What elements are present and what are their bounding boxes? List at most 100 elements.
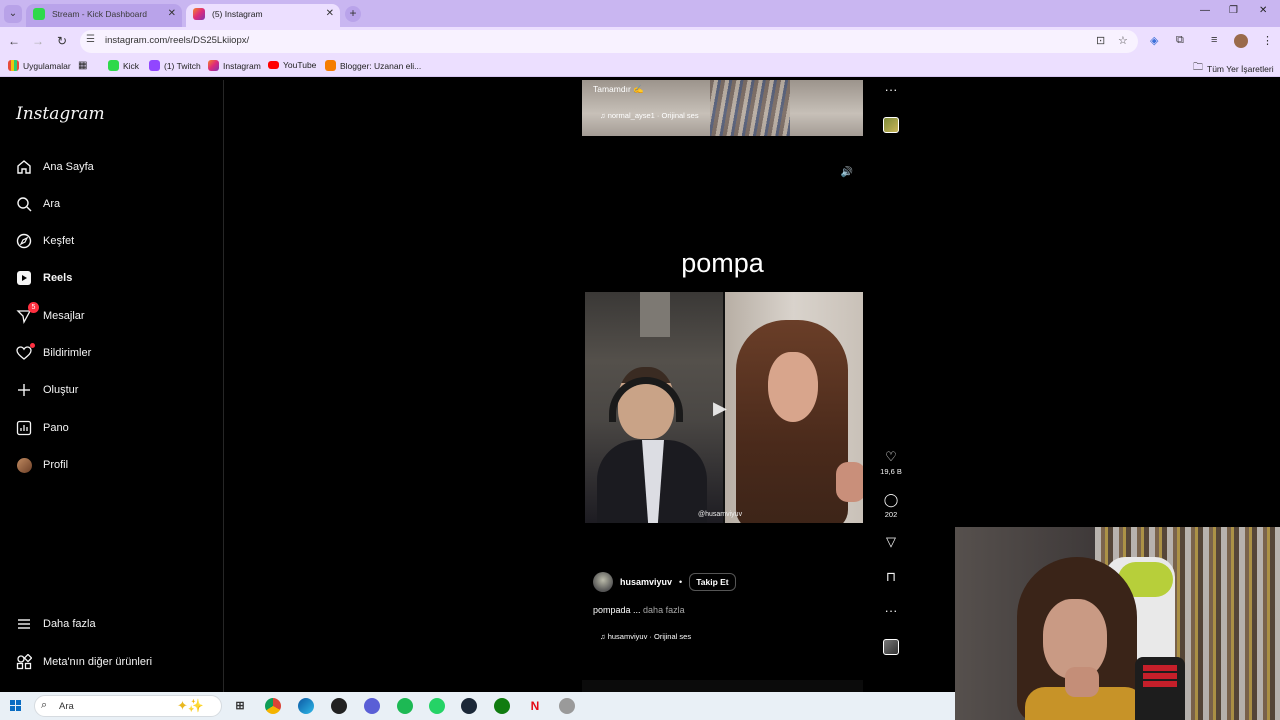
caption-more-link[interactable]: daha fazla	[643, 605, 685, 615]
more-options-button[interactable]: ···	[880, 603, 902, 618]
sidebar-item-label: Pano	[43, 422, 69, 434]
play-icon[interactable]: ▶	[713, 398, 727, 419]
reel-video[interactable]: ▶ @husamviyuv	[585, 292, 863, 523]
app-icon[interactable]	[559, 698, 575, 714]
taskbar-search-text: Ara	[59, 701, 74, 712]
sidebar-item-dashboard[interactable]: Pano	[16, 420, 69, 436]
new-tab-button[interactable]: +	[345, 6, 361, 22]
save-button[interactable]: ⊓	[880, 569, 902, 585]
browser-toolbar: ← → ↻ ☰ instagram.com/reels/DS25Lkiiopx/…	[0, 27, 1280, 56]
like-button[interactable]: ♡ 19,6 B	[880, 449, 902, 476]
sidebar-item-home[interactable]: Ana Sayfa	[16, 159, 94, 175]
bookmark-instagram[interactable]: Instagram	[208, 60, 261, 71]
sidebar-meta-products[interactable]: Meta'nın diğer ürünleri	[16, 654, 152, 670]
reel-audio[interactable]: ♫ husamviyuv · Orijinal ses	[600, 632, 691, 641]
volume-icon[interactable]: 🔊	[840, 167, 854, 181]
share-button[interactable]: ▽	[880, 534, 902, 550]
windows-start-icon[interactable]	[10, 700, 22, 712]
reel-author-row: husamviyuv • Takip Et	[593, 572, 736, 592]
all-bookmarks[interactable]: 🗀 Tüm Yer İşaretleri	[1193, 60, 1274, 77]
music-note-icon: ♫	[600, 632, 608, 641]
menu-icon[interactable]: ⋮	[1262, 34, 1273, 47]
address-bar[interactable]: ☰ instagram.com/reels/DS25Lkiiopx/ ⊡ ☆	[80, 30, 1138, 53]
comment-count: 202	[884, 510, 898, 519]
translate-icon[interactable]: ◈	[1150, 34, 1158, 47]
previous-reel[interactable]: Tamamdır ✍ ♫ normal_ayse1 · Orijinal ses	[582, 80, 863, 136]
reload-icon[interactable]: ↻	[54, 33, 70, 49]
all-bookmarks-label: Tüm Yer İşaretleri	[1207, 63, 1274, 74]
notification-dot	[30, 343, 35, 348]
restore-icon[interactable]: ❐	[1229, 5, 1238, 16]
tab-kick-dashboard[interactable]: Stream - Kick Dashboard ✕	[26, 4, 182, 27]
tab-search-button[interactable]: ⌄	[4, 5, 22, 23]
bookmark-label: YouTube	[283, 60, 317, 70]
reel-username[interactable]: husamviyuv	[620, 577, 672, 587]
reading-list-icon[interactable]: ≡	[1211, 34, 1217, 46]
minimize-icon[interactable]: —	[1200, 5, 1210, 16]
browser-tab-strip: ⌄ Stream - Kick Dashboard ✕ (5) Instagra…	[0, 0, 1280, 27]
tab-title: Stream - Kick Dashboard	[52, 9, 147, 19]
bookmark-star-icon[interactable]: ☆	[1118, 34, 1128, 47]
sidebar-item-search[interactable]: Ara	[16, 196, 60, 212]
like-count: 19,6 B	[880, 467, 902, 476]
chrome-icon[interactable]	[265, 698, 281, 714]
url-text[interactable]: instagram.com/reels/DS25Lkiiopx/	[105, 35, 249, 46]
webcam-overlay	[955, 527, 1280, 720]
edge-icon[interactable]	[298, 698, 314, 714]
sidebar-item-messages[interactable]: 5 Mesajlar	[16, 302, 85, 324]
app-icon[interactable]	[331, 698, 347, 714]
sidebar-item-explore[interactable]: Keşfet	[16, 233, 74, 249]
next-reel[interactable]	[582, 680, 863, 692]
reel-caption: Tamamdır ✍	[593, 84, 644, 94]
sidebar-item-reels[interactable]: Reels	[16, 270, 72, 286]
instagram-icon	[193, 8, 205, 20]
spotify-icon[interactable]	[397, 698, 413, 714]
install-app-icon[interactable]: ⊡	[1096, 34, 1105, 47]
bookmark-youtube[interactable]: YouTube	[268, 60, 316, 70]
meta-apps-icon	[16, 654, 32, 670]
comment-button[interactable]: ◯ 202	[880, 492, 902, 519]
sidebar-more[interactable]: Daha fazla	[16, 616, 96, 632]
xbox-icon[interactable]	[494, 698, 510, 714]
netflix-icon[interactable]: N	[527, 698, 543, 714]
follow-button[interactable]: Takip Et	[689, 573, 736, 591]
forward-icon[interactable]: →	[30, 33, 46, 49]
bookmark-label: Uygulamalar	[23, 60, 71, 71]
bookmark-apps[interactable]: Uygulamalar	[8, 60, 71, 71]
site-info-icon[interactable]: ☰	[86, 34, 95, 45]
prev-more-options[interactable]: ···	[880, 82, 902, 97]
bookmark-kick[interactable]: Kick	[108, 60, 139, 71]
current-reel[interactable]: 🔊 pompa ▶ @husamviyuv husamviyuv • Takip…	[582, 158, 863, 658]
back-icon[interactable]: ←	[6, 33, 22, 49]
messenger-icon: 5	[16, 302, 39, 324]
task-view-icon[interactable]: ⊞	[232, 698, 248, 714]
sidebar-item-label: Reels	[43, 272, 73, 284]
close-window-icon[interactable]: ✕	[1259, 5, 1267, 16]
audio-thumbnail[interactable]	[883, 639, 899, 655]
extensions-icon[interactable]: ⧉	[1176, 34, 1184, 47]
instagram-logo[interactable]: Instagram	[16, 104, 105, 124]
sidebar-item-label: Bildirimler	[43, 347, 92, 359]
close-tab-icon[interactable]: ✕	[326, 4, 334, 24]
sidebar-item-profile[interactable]: Profil	[16, 457, 68, 473]
sidebar-item-create[interactable]: Oluştur	[16, 382, 78, 398]
bookmark-twitch[interactable]: (1) Twitch	[149, 60, 201, 71]
whatsapp-icon[interactable]	[429, 698, 445, 714]
app-icon[interactable]	[364, 698, 380, 714]
close-tab-icon[interactable]: ✕	[168, 4, 176, 24]
bookmark-blogger[interactable]: Blogger: Uzanan eli...	[325, 60, 421, 71]
tab-instagram[interactable]: (5) Instagram ✕	[186, 4, 340, 27]
search-icon	[16, 196, 32, 212]
bookmark-grid[interactable]: ▦	[78, 60, 87, 71]
reel-audio[interactable]: ♫ normal_ayse1 · Orijinal ses	[600, 111, 699, 120]
taskbar-search[interactable]: ⌕ Ara ✦✨	[34, 695, 222, 717]
steam-icon[interactable]	[461, 698, 477, 714]
avatar[interactable]	[593, 572, 613, 592]
windows-taskbar: ⌕ Ara ✦✨ ⊞ N	[0, 692, 955, 720]
twitch-icon	[149, 60, 160, 71]
profile-avatar[interactable]	[1234, 34, 1248, 48]
prev-audio-thumbnail[interactable]	[883, 117, 899, 133]
bookmark-label: Instagram	[223, 60, 261, 71]
sidebar-item-label: Ara	[43, 198, 61, 210]
sidebar-item-notifications[interactable]: Bildirimler	[16, 343, 92, 361]
